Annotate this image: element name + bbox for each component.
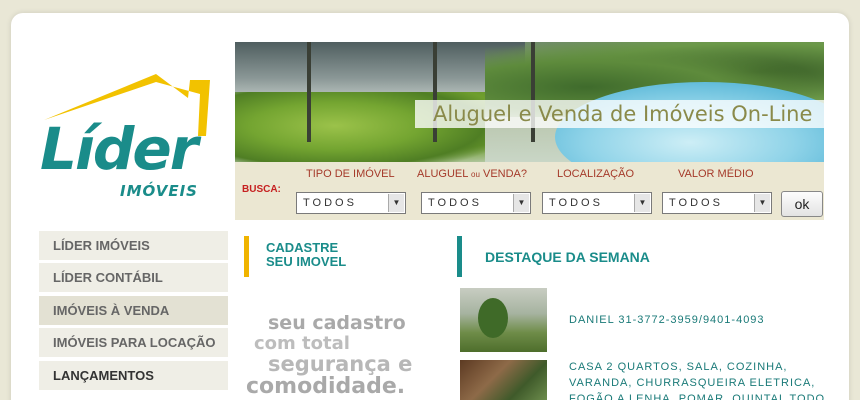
promo-line: seu cadastro (268, 312, 406, 334)
price-select[interactable]: TODOS ▼ (662, 192, 772, 214)
rent-sale-label: ALUGUEL ou VENDA? (417, 168, 528, 180)
chevron-down-icon[interactable]: ▼ (388, 194, 404, 212)
search-label: BUSCA: (242, 184, 281, 195)
property-photo[interactable] (460, 360, 547, 400)
chevron-down-icon[interactable]: ▼ (513, 194, 529, 212)
promo-line: segurança e (268, 352, 413, 376)
type-label: TIPO DE IMÓVEL (306, 168, 395, 180)
fence-post (307, 42, 311, 142)
logo-subtitle: IMÓVEIS (120, 182, 198, 200)
promo-line: comodidade. (246, 374, 406, 399)
search-submit-button[interactable]: ok (781, 191, 823, 217)
sidebar-item-imoveis-venda[interactable]: IMÓVEIS À VENDA (39, 296, 228, 325)
property-photo[interactable] (460, 288, 547, 352)
property-description[interactable]: DANIEL 31-3772-3959/9401-4093 (569, 312, 765, 328)
logo-name: Líder (40, 115, 198, 183)
search-bar: BUSCA: TIPO DE IMÓVEL ALUGUEL ou VENDA? … (235, 162, 824, 220)
sidebar-item-lider-imoveis[interactable]: LÍDER IMÓVEIS (39, 231, 228, 260)
cadastre-heading[interactable]: CADASTRE SEU IMOVEL (266, 241, 346, 269)
location-select[interactable]: TODOS ▼ (542, 192, 652, 214)
logo[interactable]: Líder IMÓVEIS (38, 68, 218, 208)
destaque-heading: DESTAQUE DA SEMANA (485, 249, 650, 265)
hero-banner: Aluguel e Venda de Imóveis On-Line (235, 42, 824, 162)
section-accent-bar (244, 236, 249, 277)
rent-sale-select[interactable]: TODOS ▼ (421, 192, 531, 214)
type-select[interactable]: TODOS ▼ (296, 192, 406, 214)
location-label: LOCALIZAÇÃO (557, 168, 635, 180)
sidebar-item-lider-contabil[interactable]: LÍDER CONTÁBIL (39, 263, 228, 292)
banner-title: Aluguel e Venda de Imóveis On-Line (433, 102, 813, 126)
section-accent-bar (457, 236, 462, 277)
promo-line: com total (254, 333, 350, 354)
price-label: VALOR MÉDIO (678, 168, 754, 180)
property-description[interactable]: CASA 2 QUARTOS, SALA, COZINHA, VARANDA, … (569, 359, 825, 400)
chevron-down-icon[interactable]: ▼ (634, 194, 650, 212)
chevron-down-icon[interactable]: ▼ (754, 194, 770, 212)
sidebar-item-imoveis-locacao[interactable]: IMÓVEIS PARA LOCAÇÃO (39, 328, 228, 357)
sidebar-item-lancamentos[interactable]: LANÇAMENTOS (39, 361, 228, 390)
